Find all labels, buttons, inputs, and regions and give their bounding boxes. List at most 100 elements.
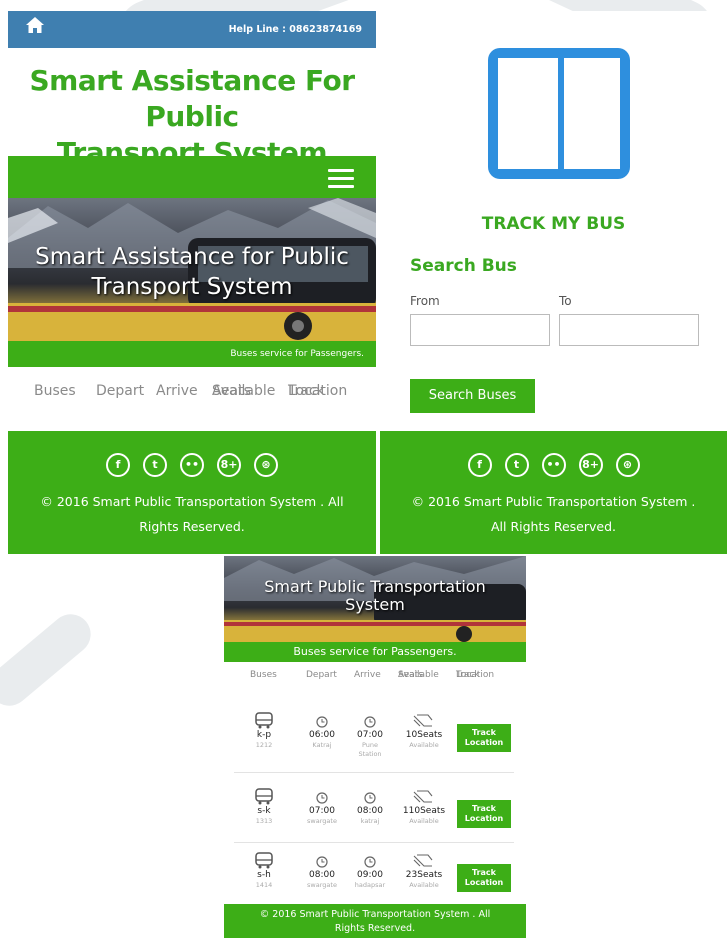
arrive-place: hadapsar xyxy=(354,881,386,889)
home-icon[interactable] xyxy=(26,17,44,33)
track-button-line1: Track xyxy=(472,804,496,813)
dribbble-icon[interactable]: ⊛ xyxy=(615,453,640,477)
bus-name-cell: s-h 1414 xyxy=(242,870,286,890)
arrive-cell: 08:00 katraj xyxy=(348,806,392,826)
google-plus-icon[interactable]: 8+ xyxy=(217,453,241,477)
bus-number: 1313 xyxy=(255,817,273,825)
depart-time: 08:00 xyxy=(309,870,335,880)
top-bar: Help Line : 08623874169 xyxy=(8,11,376,48)
available-seats: 110Seats xyxy=(402,806,446,816)
arrive-place: Pune xyxy=(361,741,379,749)
helpline-text: Help Line : 08623874169 xyxy=(228,24,362,35)
twitter-icon[interactable]: t xyxy=(504,453,529,477)
bus-list-screen: Smart Public Transportation System Buses… xyxy=(224,556,526,938)
seat-icon xyxy=(413,714,433,727)
search-bus-heading: Search Bus xyxy=(410,256,517,276)
track-location-button[interactable]: Track Location xyxy=(457,724,511,752)
arrive-cell: 07:00 Pune Station xyxy=(348,730,392,759)
track-screen: TRACK MY BUS Search Bus From To Search B… xyxy=(380,11,727,554)
bus-table-header: Buses Depart Arrive Available Seats Trac… xyxy=(8,381,376,431)
col-seats-line2: Seats xyxy=(212,383,251,399)
track-button-line2: Location xyxy=(464,814,504,823)
hero-title-line1: Smart Public Transportation xyxy=(264,577,486,596)
track-button-line1: Track xyxy=(472,868,496,877)
hero-title: Smart Assistance for Public Transport Sy… xyxy=(8,242,376,302)
depart-cell: 08:00 swargate xyxy=(300,870,344,890)
site-title: Smart Assistance For Public Transport Sy… xyxy=(8,63,376,171)
depart-place: swargate xyxy=(307,817,337,825)
track-location-button[interactable]: Track Location xyxy=(457,864,511,892)
bus-icon xyxy=(255,788,273,805)
to-input[interactable] xyxy=(559,314,699,346)
home-screen: Help Line : 08623874169 Smart Assistance… xyxy=(8,11,376,554)
bus-name: s-h xyxy=(257,870,271,880)
track-location-button[interactable]: Track Location xyxy=(457,800,511,828)
table-row: s-k 1313 07:00 swargate 08:00 katraj 110… xyxy=(234,778,514,843)
hero-title: Smart Public Transportation System xyxy=(224,578,526,614)
track-my-bus-title: TRACK MY BUS xyxy=(481,214,626,234)
seats-cell: 10Seats Available xyxy=(398,730,450,750)
copyright: © 2016 Smart Public Transportation Syste… xyxy=(224,904,526,936)
hamburger-menu-icon[interactable] xyxy=(328,169,354,188)
col-arrive: Arrive xyxy=(354,670,381,680)
copyright-line1: © 2016 Smart Public Transportation Syste… xyxy=(40,494,344,509)
footer: f t •• 8+ ⊛ © 2016 Smart Public Transpor… xyxy=(8,431,376,554)
clock-icon xyxy=(316,792,328,804)
hero-caption: Buses service for Passengers. xyxy=(224,642,526,662)
depart-cell: 07:00 swargate xyxy=(300,806,344,826)
background-swoosh xyxy=(0,606,99,714)
seat-icon xyxy=(413,854,433,867)
available-label: Available xyxy=(409,881,439,889)
google-plus-icon[interactable]: 8+ xyxy=(578,453,603,477)
clock-icon xyxy=(316,716,328,728)
from-label: From xyxy=(410,294,440,308)
clock-icon xyxy=(316,856,328,868)
bus-table-header: Buses Depart Arrive Available Seats Trac… xyxy=(224,670,526,696)
social-links: f t •• 8+ ⊛ xyxy=(8,453,376,477)
depart-place: Katraj xyxy=(312,741,332,749)
copyright: © 2016 Smart Public Transportation Syste… xyxy=(380,489,727,539)
track-button-line1: Track xyxy=(472,728,496,737)
available-label: Available xyxy=(409,741,439,749)
hero-title-line2: System xyxy=(345,595,405,614)
social-links: f t •• 8+ ⊛ xyxy=(380,453,727,477)
copyright-line1: © 2016 Smart Public Transportation Syste… xyxy=(259,909,491,920)
search-buses-button[interactable]: Search Buses xyxy=(410,379,535,413)
hero-title-line1: Smart Assistance for Public xyxy=(35,244,349,270)
arrive-place-line2: Station xyxy=(358,750,382,758)
arrive-cell: 09:00 hadapsar xyxy=(348,870,392,890)
dribbble-icon[interactable]: ⊛ xyxy=(254,453,278,477)
twitter-icon[interactable]: t xyxy=(143,453,167,477)
flickr-icon[interactable]: •• xyxy=(180,453,204,477)
copyright-line2: Rights Reserved. xyxy=(139,519,245,534)
table-row: s-h 1414 08:00 swargate 09:00 hadapsar 2… xyxy=(234,842,514,906)
col-seats-line2: Seats xyxy=(398,670,423,680)
col-track-line2: Location xyxy=(288,383,348,399)
hero-banner: Smart Assistance for Public Transport Sy… xyxy=(8,198,376,341)
copyright-line2: Rights Reserved. xyxy=(334,923,416,934)
table-row: k-p 1212 06:00 Katraj 07:00 Pune Station… xyxy=(234,708,514,773)
from-input[interactable] xyxy=(410,314,550,346)
copyright-line1: © 2016 Smart Public Transportation Syste… xyxy=(411,494,696,509)
col-depart: Depart xyxy=(96,383,145,399)
arrive-time: 07:00 xyxy=(357,730,383,740)
facebook-icon[interactable]: f xyxy=(467,453,492,477)
arrive-time: 08:00 xyxy=(357,806,383,816)
col-track-line2: Location xyxy=(456,670,495,680)
facebook-icon[interactable]: f xyxy=(106,453,130,477)
available-seats: 23Seats xyxy=(405,870,443,880)
bus-name: k-p xyxy=(256,730,272,740)
seats-cell: 23Seats Available xyxy=(398,870,450,890)
footer: © 2016 Smart Public Transportation Syste… xyxy=(224,904,526,938)
hero-caption: Buses service for Passengers. xyxy=(230,349,364,359)
bus-name-cell: s-k 1313 xyxy=(242,806,286,826)
copyright: © 2016 Smart Public Transportation Syste… xyxy=(8,489,376,539)
bus-number: 1212 xyxy=(255,741,273,749)
to-label: To xyxy=(559,294,572,308)
flickr-icon[interactable]: •• xyxy=(541,453,566,477)
app-logo-icon xyxy=(488,48,630,179)
site-title-line1: Smart Assistance For Public xyxy=(29,64,355,133)
col-buses: Buses xyxy=(250,670,277,680)
arrive-time: 09:00 xyxy=(357,870,383,880)
hero-banner: Smart Public Transportation System xyxy=(224,556,526,642)
